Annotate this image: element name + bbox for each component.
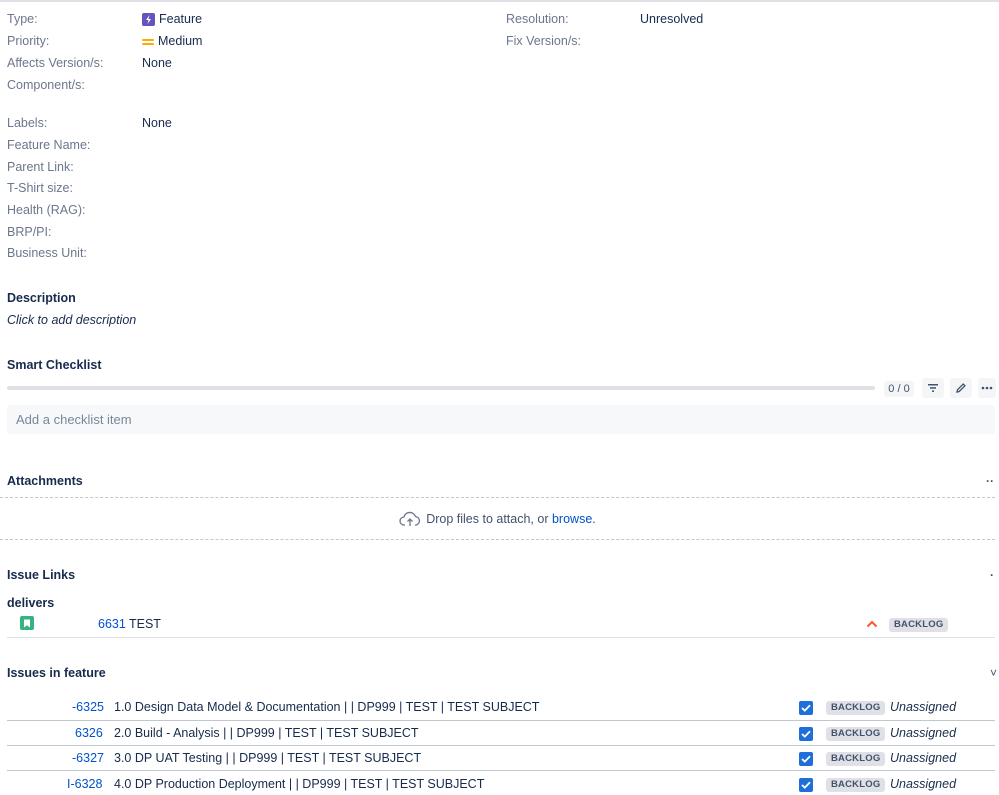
issue-summary[interactable]: 2.0 Build - Analysis | | DP999 | TEST | … — [114, 726, 419, 740]
issue-assignee: Unassigned — [890, 777, 957, 791]
checklist-progress-bar — [7, 386, 875, 390]
attachments-more-button[interactable]: ·· — [986, 474, 994, 488]
priority-high-icon — [866, 620, 878, 628]
smart-checklist-title: Smart Checklist — [7, 358, 102, 372]
affects-version-label: Affects Version/s: — [7, 56, 104, 70]
issue-link-separator — [7, 637, 995, 638]
link-relation-label: delivers — [7, 596, 55, 610]
more-icon — [981, 386, 993, 390]
issue-status: BACKLOG — [826, 752, 886, 766]
drop-zone-top-border — [0, 497, 995, 498]
issue-checkbox[interactable] — [799, 727, 813, 741]
issue-key[interactable]: 6326 — [75, 726, 103, 740]
business-unit-label: Business Unit: — [7, 246, 87, 260]
component-label: Component/s: — [7, 78, 85, 92]
linked-issue-summary[interactable]: TEST — [129, 617, 161, 631]
check-icon — [801, 781, 811, 789]
issue-assignee: Unassigned — [890, 726, 957, 740]
issue-assignee: Unassigned — [890, 751, 957, 765]
drop-zone-bottom-border — [0, 539, 995, 540]
affects-version-value[interactable]: None — [142, 56, 172, 70]
drop-text: Drop files to attach, or — [426, 512, 549, 526]
checklist-edit-button[interactable] — [950, 378, 972, 398]
priority-value-text: Medium — [158, 34, 203, 48]
priority-value[interactable]: Medium — [142, 34, 202, 48]
row-separator — [7, 720, 995, 721]
issues-in-feature-title: Issues in feature — [7, 666, 106, 680]
issue-checkbox[interactable] — [799, 701, 813, 715]
type-label: Type: — [7, 12, 38, 26]
cloud-upload-icon — [399, 511, 421, 526]
linked-issue-key[interactable]: 6631 — [98, 617, 126, 631]
description-placeholder[interactable]: Click to add description — [7, 313, 136, 327]
issue-checkbox[interactable] — [799, 752, 813, 766]
row-separator — [7, 745, 995, 746]
filter-icon — [928, 384, 938, 392]
check-icon — [801, 730, 811, 738]
linked-issue-status: BACKLOG — [889, 618, 949, 632]
attachment-drop-zone[interactable]: Drop files to attach, or browse. — [0, 504, 995, 534]
row-separator — [7, 770, 995, 771]
check-icon — [801, 755, 811, 763]
labels-value[interactable]: None — [142, 116, 172, 130]
feature-name-label: Feature Name: — [7, 138, 91, 152]
resolution-label: Resolution: — [506, 12, 569, 26]
priority-label: Priority: — [7, 34, 50, 48]
resolution-value: Unresolved — [640, 12, 704, 26]
checklist-filter-button[interactable] — [922, 378, 944, 398]
issue-assignee: Unassigned — [890, 700, 957, 714]
top-border — [0, 0, 999, 2]
fix-version-label: Fix Version/s: — [506, 34, 582, 48]
labels-label: Labels: — [7, 116, 48, 130]
issue-links-more-button[interactable]: · — [990, 568, 994, 582]
issue-key[interactable]: -6325 — [72, 700, 104, 714]
issue-status: BACKLOG — [826, 727, 886, 741]
browse-link[interactable]: browse — [552, 512, 592, 526]
description-title: Description — [7, 291, 76, 305]
issues-in-feature-chevron-icon[interactable]: ˅ — [990, 666, 997, 680]
issue-checkbox[interactable] — [799, 778, 813, 792]
health-rag-label: Health (RAG): — [7, 203, 86, 217]
brp-pi-label: BRP/PI: — [7, 225, 52, 239]
issue-status: BACKLOG — [826, 778, 886, 792]
drop-suffix: . — [592, 512, 596, 526]
type-value[interactable]: Feature — [142, 12, 203, 27]
issue-key[interactable]: -6327 — [72, 751, 104, 765]
checklist-more-button[interactable] — [978, 378, 996, 398]
issue-summary[interactable]: 4.0 DP Production Deployment | | DP999 |… — [114, 777, 484, 791]
type-value-text: Feature — [159, 12, 203, 26]
issue-summary[interactable]: 3.0 DP UAT Testing | | DP999 | TEST | TE… — [114, 751, 421, 765]
attachments-title: Attachments — [7, 474, 83, 488]
checklist-count-badge: 0 / 0 — [884, 381, 914, 397]
feature-icon — [142, 13, 155, 27]
tshirt-size-label: T-Shirt size: — [7, 181, 73, 195]
priority-medium-icon — [142, 38, 154, 46]
pencil-icon — [956, 383, 966, 393]
parent-link-label: Parent Link: — [7, 160, 74, 174]
check-icon — [801, 704, 811, 712]
checklist-item-input[interactable]: Add a checklist item — [7, 405, 995, 434]
issue-links-title: Issue Links — [7, 568, 76, 582]
issue-key[interactable]: I-6328 — [67, 777, 102, 791]
issue-summary[interactable]: 1.0 Design Data Model & Documentation | … — [114, 700, 539, 714]
story-icon — [20, 616, 34, 630]
issue-status: BACKLOG — [826, 701, 886, 715]
